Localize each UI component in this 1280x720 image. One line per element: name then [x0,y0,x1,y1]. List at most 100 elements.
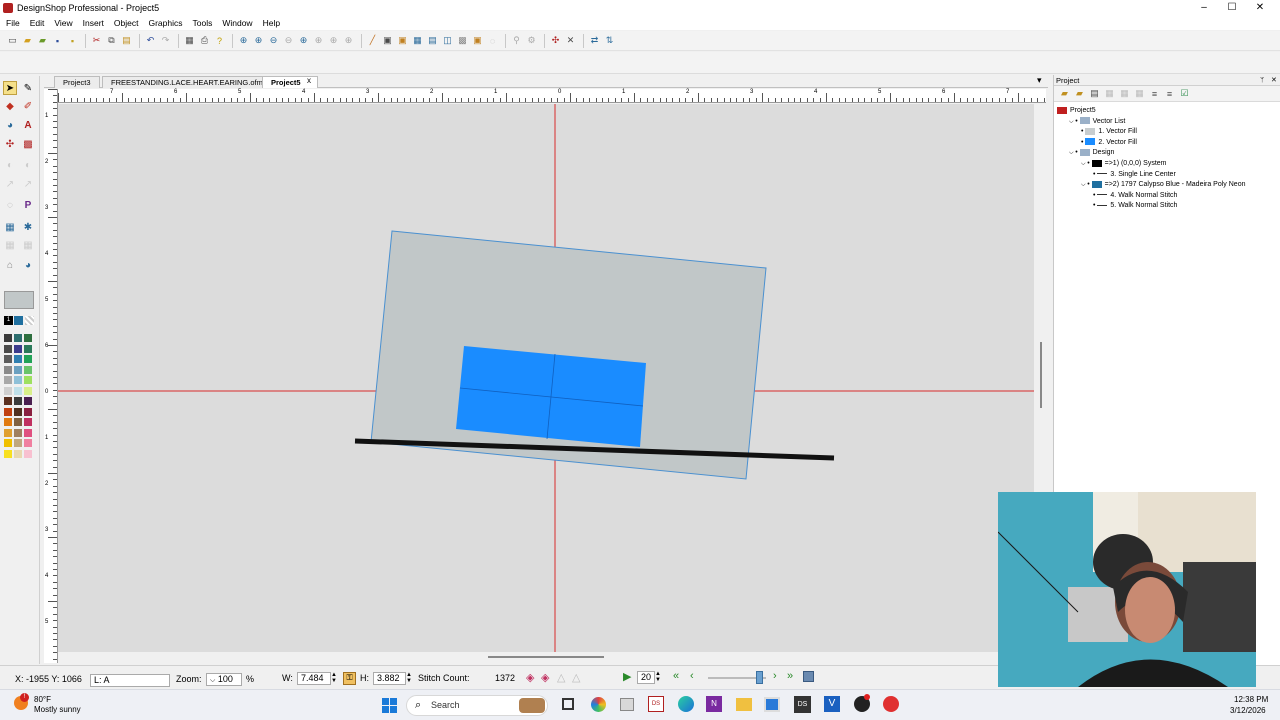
palette-color-swatch[interactable] [14,449,22,458]
horizontal-scrollbar[interactable] [58,652,1034,663]
menu-edit[interactable]: Edit [30,18,45,28]
zoom-fit-icon[interactable]: ⊕ [297,34,310,47]
height-input[interactable]: 3.882 [373,672,406,685]
tree-item[interactable]: • 4. Walk Normal Stitch [1057,191,1245,202]
palette-color-swatch[interactable] [14,344,22,353]
zoom-all-icon[interactable]: ⊕ [312,34,325,47]
view-stitches-icon[interactable]: ▣ [396,34,409,47]
open-recent-icon[interactable]: ▰ [36,34,49,47]
copilot-icon[interactable] [591,697,606,712]
palette-color-swatch[interactable] [24,344,32,353]
fast-forward-icon[interactable]: » [787,670,793,682]
arrange-icon[interactable]: ⇅ [603,34,616,47]
palette-color-swatch[interactable] [24,418,32,426]
width-input[interactable]: 7.484 [297,672,331,685]
palette-color-swatch[interactable] [14,418,22,426]
palette-color-swatch[interactable] [14,365,22,374]
view-density-icon[interactable]: ◌ [486,34,499,47]
tab-freestanding-lace[interactable]: FREESTANDING.LACE.HEART.EARING.ofm [102,76,272,88]
taskbar-search[interactable]: ⌕ Search [406,695,548,716]
star-tool-icon[interactable]: ✱ [21,220,35,234]
palette-color-swatch[interactable] [14,334,22,342]
cut-icon[interactable]: ✂ [90,34,103,47]
menu-tools[interactable]: Tools [193,18,213,28]
rewind-icon[interactable]: « [673,670,679,682]
text-tool-icon[interactable]: A [21,118,35,132]
vertical-scroll-thumb[interactable] [1040,342,1042,408]
next-stitch-icon[interactable]: ◈ [541,671,549,684]
palette-color-swatch[interactable] [4,397,12,405]
tree-item[interactable]: ⌵ • Vector List [1057,117,1245,128]
palette-color-swatch[interactable] [14,376,22,384]
palette-color-swatch[interactable] [24,449,32,458]
step-back-icon[interactable]: ‹ [690,670,694,682]
select-tool-icon[interactable]: ➤ [3,81,17,95]
tree-item[interactable]: • 1. Vector Fill [1057,127,1245,138]
folder-icon[interactable]: ▰ [1058,87,1071,100]
copy-icon[interactable]: ⧉ [105,34,118,47]
acrobat-icon[interactable] [883,696,899,712]
collapse-icon[interactable]: ≡ [1163,87,1176,100]
designshop-icon[interactable]: DS [648,696,664,712]
palette-color-swatch[interactable] [4,449,12,458]
menu-file[interactable]: File [6,18,20,28]
print-icon[interactable]: ⎙ [198,34,211,47]
eraser-icon[interactable]: ◆ [3,99,17,113]
hoop-tool-icon[interactable]: ⌂ [3,258,17,272]
help-icon[interactable]: ? [213,34,226,47]
menu-graphics[interactable]: Graphics [148,18,182,28]
palette-color-swatch[interactable] [4,355,12,363]
view-active-icon[interactable]: ▣ [471,34,484,47]
view-grid-icon[interactable]: ▦ [411,34,424,47]
palette-color-swatch[interactable] [4,386,12,395]
zoom-selection-icon[interactable]: ⊕ [327,34,340,47]
tree-item[interactable]: ⌵ • Design [1057,148,1245,159]
new-icon[interactable]: ▭ [6,34,19,47]
tree-item[interactable]: Project5 [1057,106,1245,117]
palette-color-swatch[interactable] [24,386,32,395]
palette-color-swatch[interactable] [14,397,22,405]
save-as-icon[interactable]: ▪ [66,34,79,47]
menu-window[interactable]: Window [222,18,252,28]
palette-color-swatch[interactable] [4,428,12,437]
zoom-window-icon[interactable]: ⊕ [237,34,250,47]
save-icon[interactable]: ▪ [51,34,64,47]
tool-a-icon[interactable]: ⚲ [510,34,523,47]
tree-item[interactable]: • 3. Single Line Center [1057,170,1245,181]
color-tool-icon[interactable]: ◕ [21,258,35,272]
palette-color-swatch[interactable] [4,439,12,447]
open-icon[interactable]: ▰ [21,34,34,47]
step-forward-icon[interactable]: › [773,670,777,682]
pen-tool-icon[interactable]: ✎ [21,81,35,95]
task-view-icon[interactable] [562,698,574,710]
grid-tool-icon[interactable]: ▦ [3,220,17,234]
print-preview-icon[interactable]: ▦ [183,34,196,47]
palette-color-swatch[interactable] [24,407,32,416]
store-icon[interactable] [764,697,780,712]
prev-stitch-icon[interactable]: ◈ [526,671,534,684]
tree-item[interactable]: ⌵ • =>1) (0,0,0) System [1057,159,1245,170]
palette-color-swatch[interactable] [24,334,32,342]
undo-icon[interactable]: ↶ [144,34,157,47]
horizontal-scroll-thumb[interactable] [488,656,604,658]
tree-item[interactable]: • 2. Vector Fill [1057,138,1245,149]
menu-view[interactable]: View [54,18,72,28]
play-icon[interactable]: ▶ [623,670,631,683]
edge-icon[interactable] [678,696,694,712]
tree-item[interactable]: ⌵ • =>2) 1797 Calypso Blue - Madeira Pol… [1057,180,1245,191]
node-tool-icon[interactable]: ✣ [3,137,17,151]
punch-tool-icon[interactable]: P [21,198,35,212]
palette-color-swatch[interactable] [24,365,32,374]
zoom-dropdown-icon[interactable]: ⌵ [210,677,215,684]
palette-color-swatch[interactable] [14,386,22,395]
onenote-icon[interactable]: N [706,696,722,712]
expand-icon[interactable]: ≡ [1148,87,1161,100]
move-icon[interactable]: ✕ [564,34,577,47]
folder-open-icon[interactable]: ▰ [1073,87,1086,100]
pin-icon[interactable]: ᛘ [1260,75,1264,86]
close-button[interactable]: ✕ [1244,0,1276,15]
design-canvas[interactable] [58,104,1034,652]
crop-tool-icon[interactable]: ◌ [3,198,17,212]
palette-color-swatch[interactable] [24,439,32,447]
zoom-prev-icon[interactable]: ⊖ [282,34,295,47]
